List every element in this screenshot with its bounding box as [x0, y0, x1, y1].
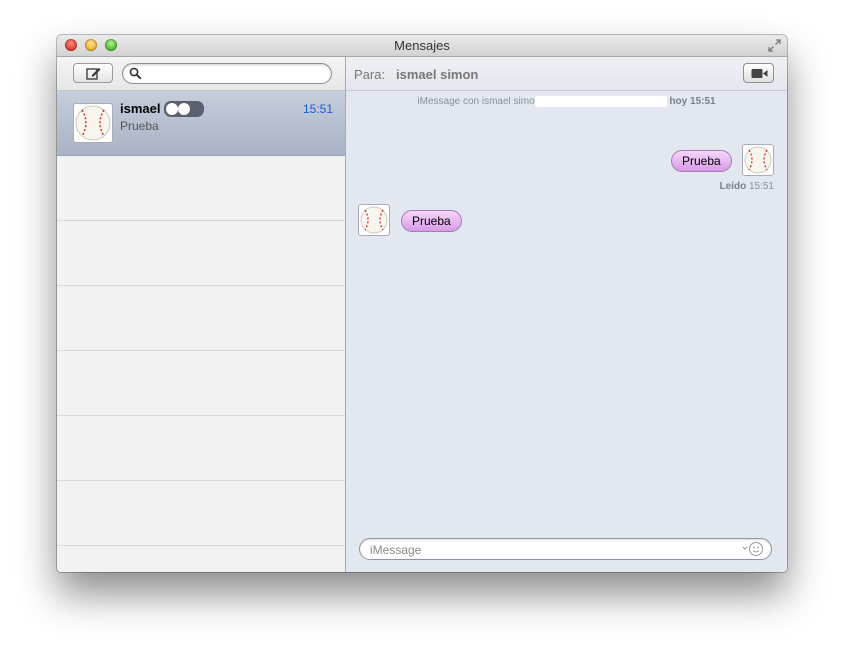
emoji-icon[interactable]	[741, 541, 765, 557]
compose-bar[interactable]	[359, 538, 772, 560]
chat-header: Para: ismael simon	[346, 57, 787, 91]
redacted-surname	[164, 100, 205, 117]
new-message-button[interactable]	[73, 63, 113, 83]
incoming-message-bubble[interactable]: Prueba	[401, 210, 462, 232]
conversation-name: ismael	[120, 100, 205, 118]
read-receipt: Leído 15:51	[720, 181, 774, 192]
baseball-avatar-icon	[742, 144, 774, 176]
conversation-preview: Prueba	[120, 119, 159, 133]
baseball-avatar-icon	[358, 204, 390, 236]
imessage-info-prefix: iMessage con ismael simo	[417, 96, 535, 108]
recipient-name[interactable]: ismael simon	[396, 67, 478, 82]
outgoing-message-bubble[interactable]: Prueba	[671, 150, 732, 172]
video-camera-icon	[751, 69, 768, 78]
empty-conversation-row	[57, 481, 345, 546]
conversation-list: ismael 15:51 Prueba	[57, 91, 345, 546]
conversation-time: 15:51	[302, 102, 333, 116]
empty-conversation-row	[57, 286, 345, 351]
sidebar-toolbar	[57, 57, 345, 91]
search-input[interactable]	[145, 66, 329, 83]
chat-panel: Para: ismael simon iMessage con ismael s…	[346, 57, 787, 572]
sidebar: ismael 15:51 Prueba	[57, 57, 346, 572]
imessage-info-day: hoy 15:51	[669, 96, 716, 108]
facetime-button[interactable]	[743, 63, 774, 83]
read-receipt-label: Leído	[719, 181, 747, 192]
read-receipt-time: 15:51	[748, 181, 774, 192]
empty-conversation-row	[57, 416, 345, 481]
recipient-label: Para:	[354, 67, 386, 82]
imessage-info: iMessage con ismael simo hoy 15:51	[346, 96, 787, 107]
conversation-item[interactable]: ismael 15:51 Prueba	[57, 91, 345, 156]
title-bar[interactable]: Mensajes	[57, 35, 787, 57]
compose-icon	[86, 68, 101, 80]
window-title: Mensajes	[394, 38, 450, 53]
message-input[interactable]	[368, 541, 732, 559]
messages-window: Mensajes ismael 15:51 Prueba Para: ismae…	[57, 35, 787, 572]
empty-conversation-row	[57, 156, 345, 221]
search-icon	[129, 67, 142, 80]
search-field[interactable]	[122, 63, 332, 84]
redacted-address	[534, 96, 667, 107]
empty-conversation-row	[57, 351, 345, 416]
fullscreen-icon[interactable]	[768, 39, 781, 52]
empty-conversation-row	[57, 221, 345, 286]
baseball-avatar-icon	[73, 103, 113, 143]
